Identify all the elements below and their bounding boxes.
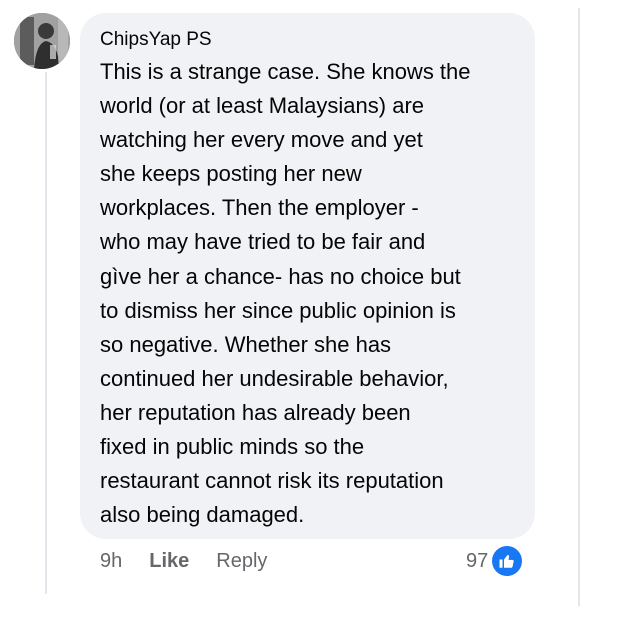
comment-line: to dismiss her since public opinion is (100, 297, 456, 323)
comment-bubble: ChipsYap PS This is a strange case. She … (80, 13, 535, 539)
avatar-photo (14, 13, 70, 69)
comment-line: This is a strange case. She knows the (100, 59, 471, 84)
comment-timestamp[interactable]: 9h (100, 550, 122, 573)
reaction-summary[interactable]: 97 (466, 545, 523, 577)
comment-actions: 9h Like Reply (100, 546, 267, 576)
thumbs-up-icon (492, 546, 523, 576)
thread-divider (578, 8, 580, 606)
reaction-count: 97 (466, 549, 489, 572)
comment-line: so negative. Whether she has (100, 331, 392, 357)
comment-line: gìve her a chance- has no choice but (100, 263, 461, 289)
comment-line: watching her every move and yet (100, 127, 423, 153)
comment-text: This is a strange case. She knows the wo… (100, 55, 517, 532)
comment-line: also being damaged. (100, 502, 305, 528)
avatar[interactable] (14, 13, 70, 69)
comment-line: fixed in public minds so the (100, 434, 365, 460)
comment-line: who may have tried to be fair and (100, 229, 426, 255)
comment-line: world (or at least Malaysians) are (100, 93, 425, 119)
comment-line: restaurant cannot risk its reputation (100, 468, 444, 494)
reply-button[interactable]: Reply (216, 550, 267, 573)
comment-line: she keeps posting her new (100, 161, 362, 187)
comment-line: continued her undesirable behavior, (100, 365, 449, 391)
comment-line: workplaces. Then the employer - (100, 195, 419, 221)
comment-author[interactable]: ChipsYap PS (100, 27, 517, 53)
thread-line (45, 72, 47, 594)
comment-line: her reputation has already been (100, 399, 411, 425)
like-button[interactable]: Like (149, 550, 189, 573)
